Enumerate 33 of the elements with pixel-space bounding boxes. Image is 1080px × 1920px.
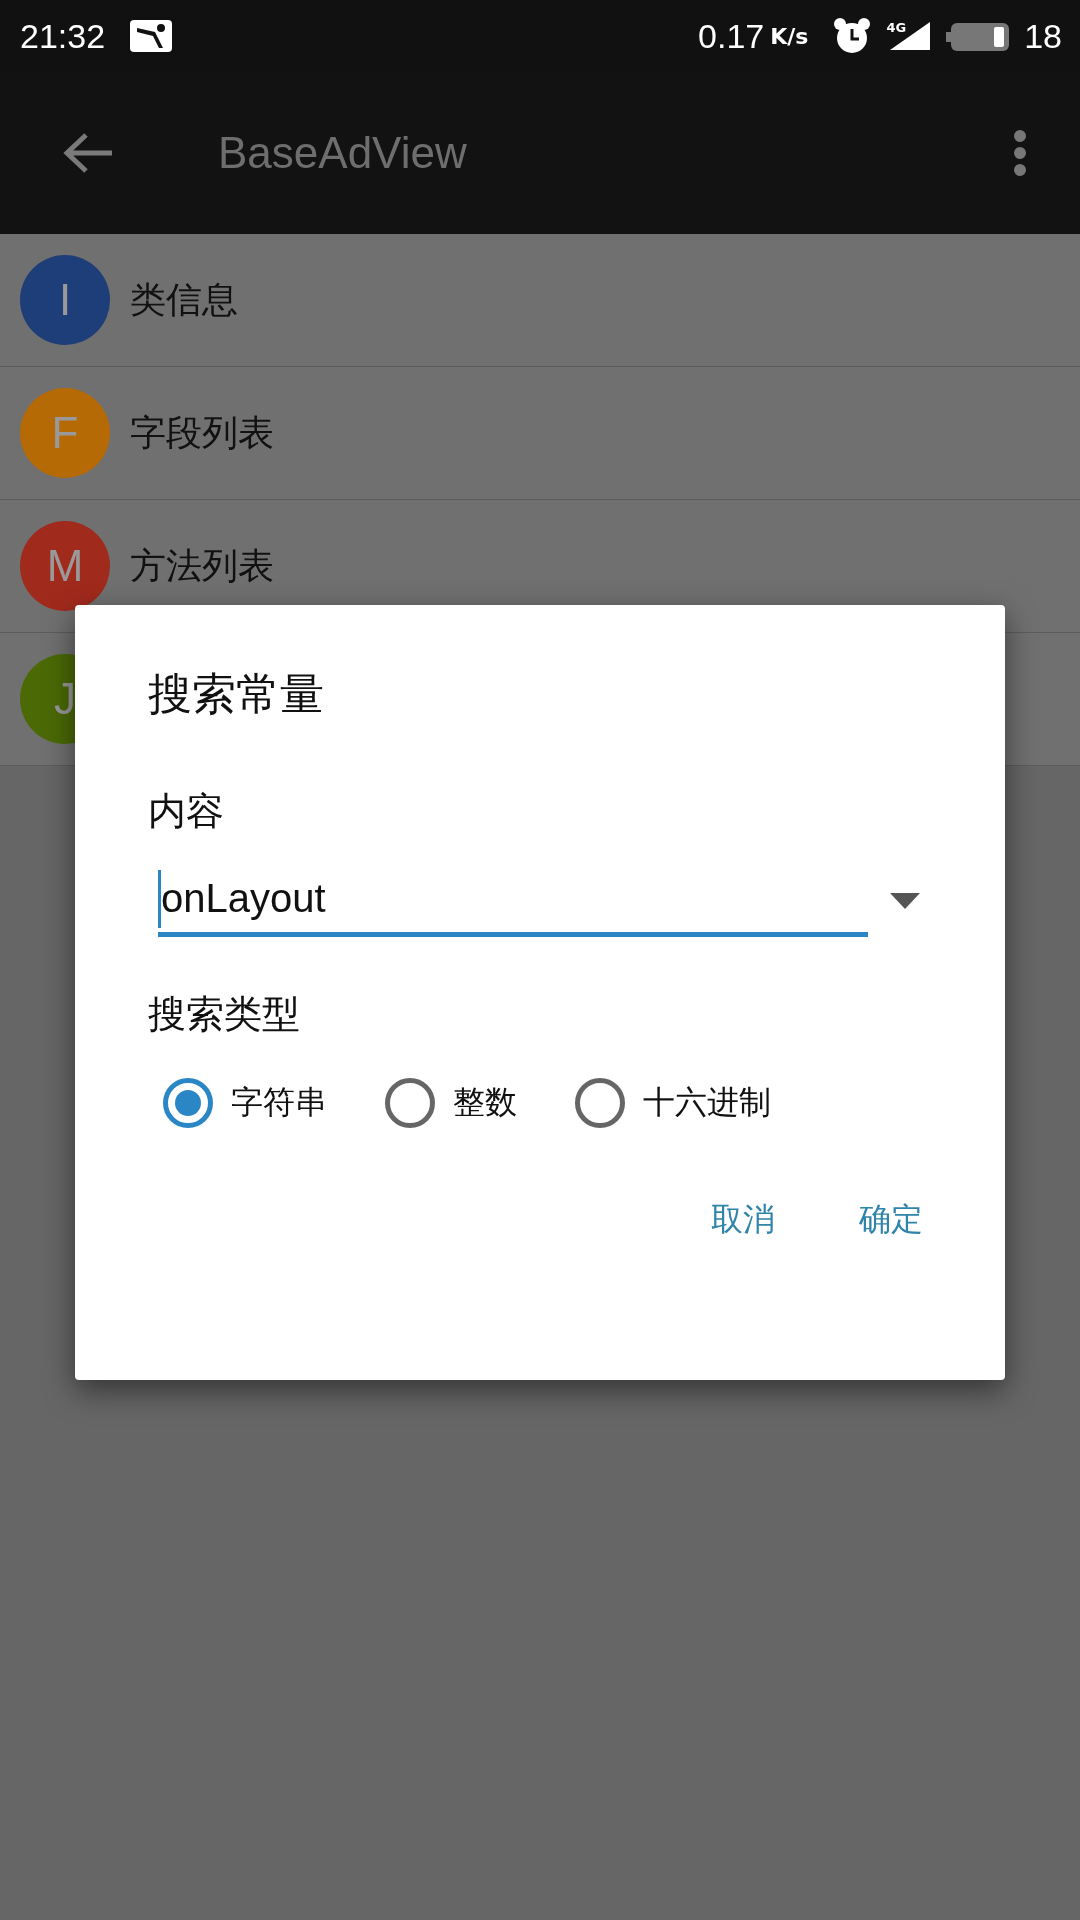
dialog-button[interactable]: 取消	[699, 1190, 787, 1250]
radio-button[interactable]	[163, 1078, 213, 1128]
radio-label: 整数	[453, 1082, 517, 1123]
dialog-title: 搜索常量	[148, 667, 324, 721]
radio-button[interactable]	[385, 1078, 435, 1128]
radio-label: 字符串	[231, 1082, 327, 1123]
radio-option[interactable]: 整数	[385, 1078, 517, 1128]
radio-button[interactable]	[575, 1078, 625, 1128]
toolbar-title: BaseAdView	[218, 128, 468, 178]
list-item[interactable]: F 字段列表	[0, 367, 1080, 500]
network-speed: 0.17	[698, 16, 765, 56]
radio-option[interactable]: 字符串	[163, 1078, 327, 1128]
network-type: 4G	[886, 20, 907, 35]
input-field[interactable]: onLayout	[158, 865, 868, 937]
letter-avatar: I	[20, 255, 110, 345]
image-icon	[129, 18, 174, 54]
field-label: 内容	[148, 788, 224, 835]
more-icon	[1012, 128, 1028, 178]
letter-avatar: M	[20, 521, 110, 611]
status-time: 21:32	[20, 16, 106, 56]
signal-icon	[888, 20, 933, 52]
battery-icon	[946, 20, 1011, 52]
alarm-icon	[832, 16, 873, 56]
field-label: 搜索类型	[148, 991, 300, 1038]
dropdown-icon	[890, 893, 920, 909]
battery-level: 18	[1024, 16, 1062, 56]
radio-label: 十六进制	[643, 1082, 771, 1123]
list-item[interactable]: I 类信息	[0, 234, 1080, 367]
radio-option[interactable]: 十六进制	[575, 1078, 771, 1128]
speed-unit: K/s	[770, 23, 809, 49]
back-arrow-icon	[62, 131, 114, 175]
letter-avatar: F	[20, 388, 110, 478]
dialog-button[interactable]: 确定	[847, 1190, 935, 1250]
